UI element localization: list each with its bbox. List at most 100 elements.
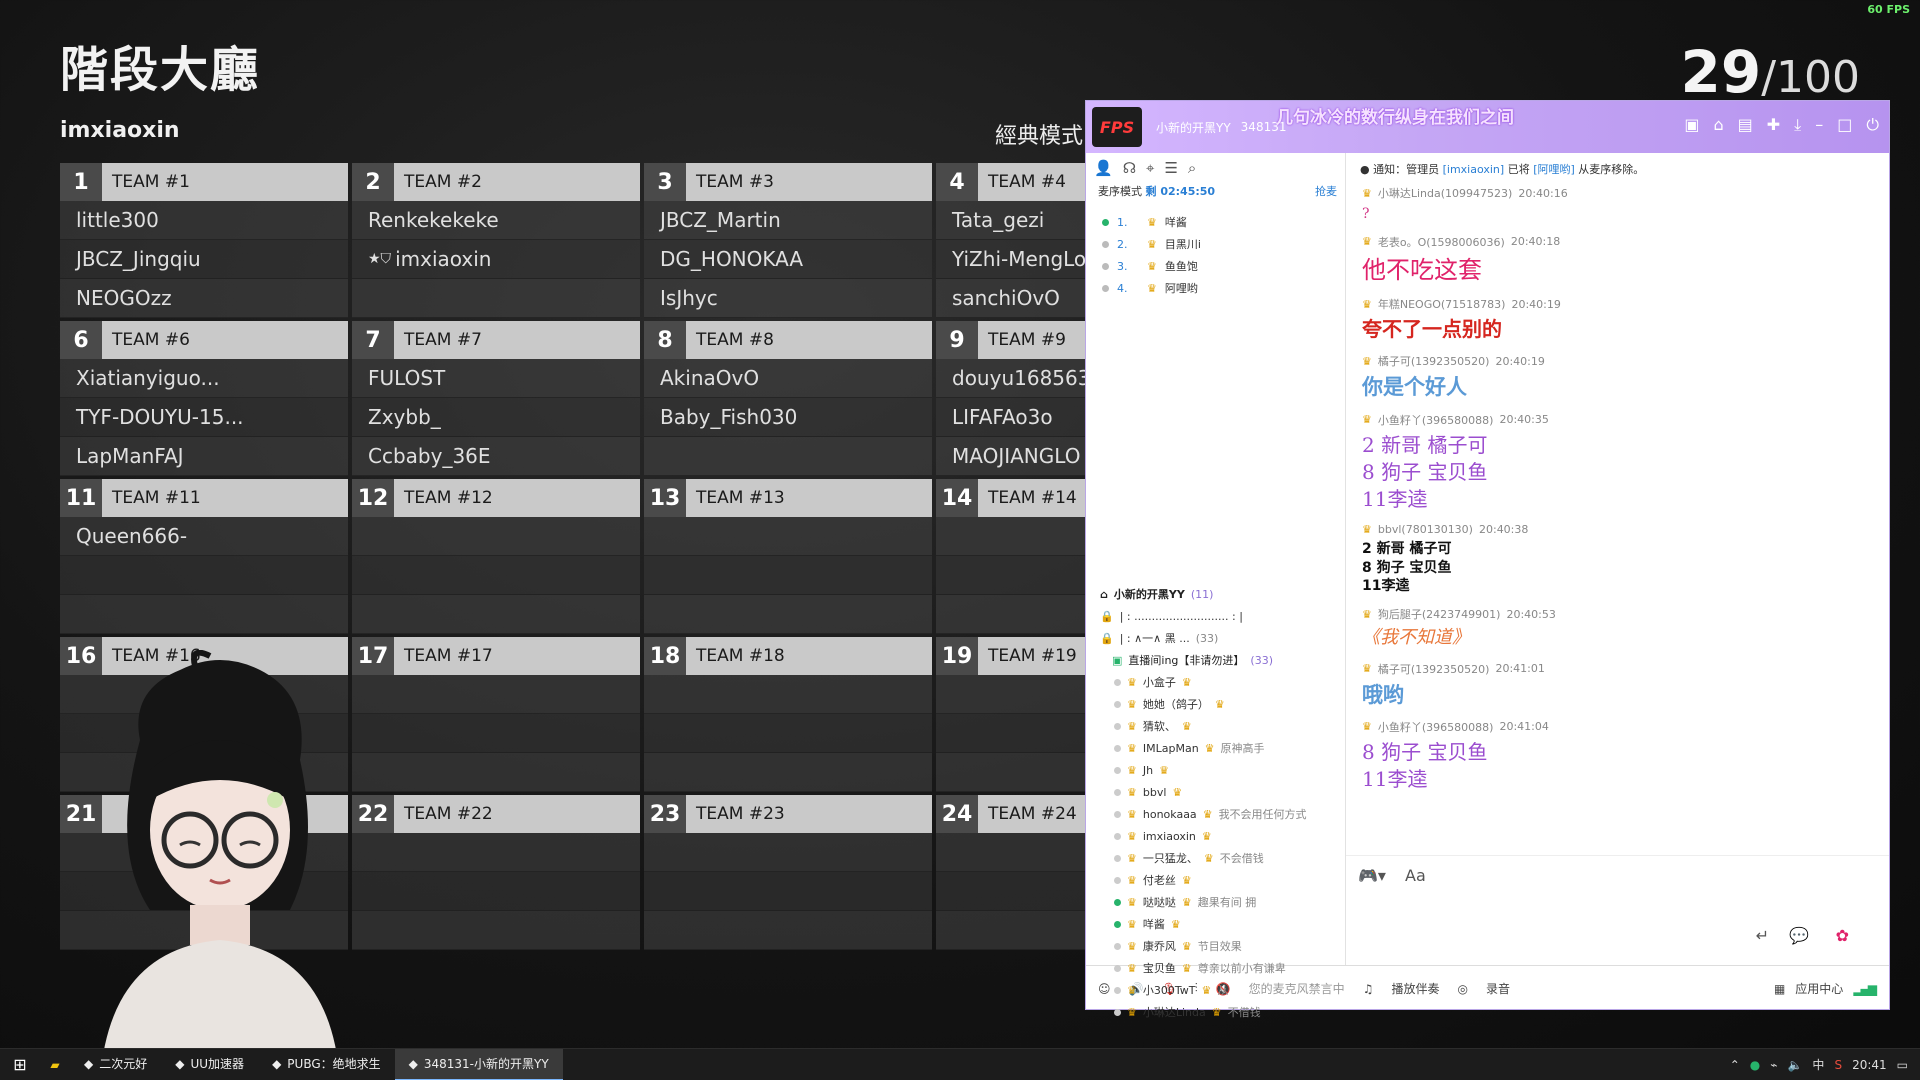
member-row[interactable]: ♛ 一只猛龙、 ♛ 不会借钱 [1100,847,1345,869]
player-slot [936,911,1085,950]
game-emoji-icon[interactable]: 🎮▾ [1358,866,1386,885]
player-slot [60,556,348,595]
chat-message: ♛ 小鱼籽丫(396580088) 20:41:04 8 狗子 宝贝鱼 11李逵 [1362,719,1873,793]
wechat-icon[interactable]: ● [1750,1058,1760,1072]
message-user[interactable]: 年糕NEOGO(71518783) [1378,296,1506,312]
player-name: Ccbaby_36E [368,444,491,468]
send-icon[interactable]: ↵ [1756,926,1769,945]
message-user[interactable]: 狗后腿子(2423749901) [1378,606,1501,622]
tree-subchannel[interactable]: 🔒 | : ........................... : | [1100,605,1345,627]
queue-item[interactable]: 4. ♛ 阿哩哟 [1102,277,1345,299]
badge-icon: ♛ [1203,851,1214,865]
message-user[interactable]: bbvl(780130130) [1378,523,1473,536]
player-slot [936,595,1085,634]
player-slot: Baby_Fish030 [644,398,932,437]
user-icon[interactable]: 👤 [1094,159,1113,177]
queue-item[interactable]: 2. ♛ 目黑川i [1102,233,1345,255]
location-icon[interactable]: ⌖ [1146,159,1154,177]
clock[interactable]: 20:41 [1852,1058,1887,1072]
message-user[interactable]: 老表o。O(1598006036) [1378,234,1505,250]
yy-titlebar: FPS 小新的开黑YY 348131 几句冰冷的数行纵身在我们之间 ▣ ⌂ ▤ … [1086,101,1889,153]
status-dot-icon [1114,964,1121,972]
player-slot [644,911,932,950]
member-row[interactable]: ♛ 小盒子 ♛ [1100,671,1345,693]
member-row[interactable]: ♛ 小琳达Linda ♛ 不借钱 [1100,1001,1345,1023]
yy-window: FPS 小新的开黑YY 348131 几句冰冷的数行纵身在我们之间 ▣ ⌂ ▤ … [1085,100,1890,1019]
notification-icon[interactable]: ▭ [1897,1058,1908,1072]
member-row[interactable]: ♛ imxiaoxin ♛ [1100,825,1345,847]
taskbar-item[interactable]: ◆ PUBG：绝地求生 [258,1049,395,1080]
taskbar-item[interactable]: ◆ 二次元好 [70,1049,161,1080]
team-card: 11 TEAM #11 Queen666- [60,479,348,636]
team-number: 8 [644,321,686,359]
member-row[interactable]: ♛ bbvl ♛ [1100,781,1345,803]
network-icon[interactable]: ⌁ [1770,1058,1777,1072]
power-icon[interactable]: ⏻ [1866,115,1879,135]
team-card: 6 TEAM #6 Xiatianyiguo... TYF-DOUYU-15... La… [60,321,348,478]
status-dot-icon [1114,942,1121,950]
rose-icon[interactable]: ✿ [1836,926,1849,945]
member-row[interactable]: ♛ 宝贝鱼 ♛ 尊亲以前小有谦卑 [1100,957,1345,979]
status-dot-icon [1114,876,1121,884]
taskbar-item[interactable]: ◆ 348131-小新的开黑YY [394,1048,563,1080]
member-row[interactable]: ♛ Jh ♛ [1100,759,1345,781]
taskbar-item[interactable]: ◆ UU加速器 [161,1049,258,1080]
yy-channel-name: 小新的开黑YY [1156,120,1231,135]
app-center-button[interactable]: 应用中心 [1795,980,1843,997]
message-user[interactable]: 小鱼籽丫(396580088) [1378,719,1494,735]
font-style-icon[interactable]: Aa [1405,866,1426,885]
download-icon[interactable]: ⤓ [1794,115,1801,135]
video-icon[interactable]: ▣ [1684,115,1699,135]
signal-icon: ▂▄▆ [1853,981,1877,996]
home-icon[interactable]: ⌂ [1713,115,1723,135]
chevron-up-icon[interactable]: ⌃ [1730,1058,1740,1072]
accompany-button[interactable]: 播放伴奏 [1391,980,1439,997]
queue-user: 阿哩哟 [1164,282,1198,295]
member-row[interactable]: ♛ 她她（鸽子） ♛ [1100,693,1345,715]
tree-root[interactable]: ⌂ 小新的开黑YY (11) [1100,583,1345,605]
gamepad-icon[interactable]: ✚ [1767,115,1780,135]
tree-live-section[interactable]: ▣ 直播间ing【非请勿进】 (33) [1100,649,1345,671]
search-icon[interactable]: ⌕ [1188,159,1196,177]
player-name: LIFAFAo3o [952,405,1053,429]
list-icon[interactable]: ☰ [1164,159,1177,177]
team-number: 11 [60,479,102,517]
file-explorer-icon[interactable]: ▰ [40,1058,70,1072]
tree-subchannel[interactable]: 🔒 | : ∧一∧ 黑 ... (33) [1100,627,1345,649]
maximize-icon[interactable]: □ [1837,115,1852,135]
layout-icon[interactable]: ▤ [1738,115,1753,135]
team-header: 14 TEAM #14 [936,479,1085,517]
app-icon: ◆ [408,1056,418,1071]
ime-indicator[interactable]: 中 [1812,1056,1824,1073]
minimize-icon[interactable]: – [1815,115,1823,135]
member-row[interactable]: ♛ 咩酱 ♛ [1100,913,1345,935]
notice-target[interactable]: [阿哩哟] [1533,163,1575,176]
queue-item[interactable]: 1. ♛ 咩酱 [1102,211,1345,233]
message-user[interactable]: 小鱼籽丫(396580088) [1378,412,1494,428]
queue-item[interactable]: 3. ♛ 鱼鱼饱 [1102,255,1345,277]
member-tree: ⌂ 小新的开黑YY (11) 🔒 | : ...................… [1086,583,1345,1023]
member-row[interactable]: ♛ IMLapMan ♛ 原神高手 [1100,737,1345,759]
message-user[interactable]: 小琳达Linda(109947523) [1378,185,1512,201]
member-row[interactable]: ♛ 付老丝 ♛ [1100,869,1345,891]
member-row[interactable]: ♛ honokaaa ♛ 我不会用任何方式 [1100,803,1345,825]
member-row[interactable]: ♛ 猜软、 ♛ [1100,715,1345,737]
volume-icon[interactable]: 🔈 [1787,1058,1802,1072]
member-name: 哒哒哒 [1142,896,1176,909]
grab-mic-button[interactable]: 抢麦 [1315,183,1337,199]
sogou-icon[interactable]: S [1834,1058,1842,1072]
team-name: TEAM #1 [112,172,190,192]
player-slot [352,872,640,911]
record-button[interactable]: 录音 [1486,980,1510,997]
notice-admin[interactable]: [imxiaoxin] [1443,163,1505,176]
member-row[interactable]: ♛ 小300TwT ♛ 从 [1100,979,1345,1001]
chat-input-area[interactable]: 🎮▾ Aa ↵ 💬 ✿ [1346,855,1889,965]
team-card: 22 TEAM #22 [352,795,640,952]
member-row[interactable]: ♛ 哒哒哒 ♛ 趣果有间 拥 [1100,891,1345,913]
chat-bubble-icon[interactable]: 💬 [1789,926,1809,945]
headset-icon[interactable]: ☊ [1123,159,1136,177]
member-row[interactable]: ♛ 康乔风 ♛ 节目效果 [1100,935,1345,957]
message-user[interactable]: 橘子可(1392350520) [1378,353,1490,369]
message-user[interactable]: 橘子可(1392350520) [1378,661,1490,677]
windows-start-icon[interactable]: ⊞ [0,1055,40,1074]
